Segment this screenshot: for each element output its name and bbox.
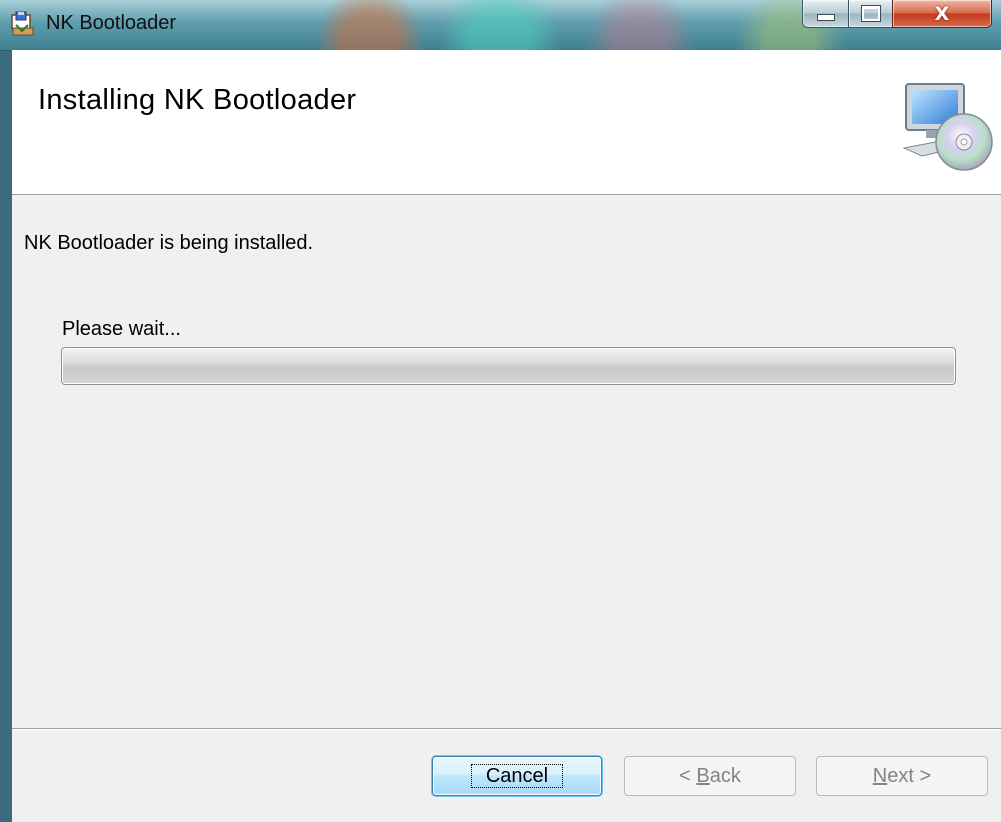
- dialog-header: Installing NK Bootloader: [12, 50, 1001, 195]
- minimize-button[interactable]: [802, 0, 850, 28]
- next-button[interactable]: Next >: [816, 756, 988, 796]
- next-button-label: Next >: [873, 765, 931, 788]
- back-button[interactable]: < Back: [624, 756, 796, 796]
- window-titlebar[interactable]: NK Bootloader X: [0, 0, 1001, 51]
- maximize-button[interactable]: [848, 0, 894, 28]
- close-button[interactable]: X: [892, 0, 992, 28]
- next-rest: ext: [887, 764, 914, 787]
- back-mnemonic: B: [696, 764, 710, 787]
- installer-app-icon: [11, 11, 34, 36]
- next-suffix: >: [913, 764, 932, 787]
- next-mnemonic: N: [872, 764, 888, 787]
- cancel-button[interactable]: Cancel: [432, 756, 602, 796]
- back-prefix: <: [679, 764, 697, 787]
- maximize-icon: [861, 5, 881, 22]
- window-title: NK Bootloader: [46, 12, 177, 34]
- please-wait-label: Please wait...: [62, 318, 181, 340]
- footer-divider: [12, 728, 1001, 730]
- minimize-icon: [817, 14, 835, 21]
- computer-cd-icon: [902, 83, 993, 171]
- install-status-text: NK Bootloader is being installed.: [24, 232, 314, 254]
- close-icon: X: [934, 2, 950, 25]
- cancel-button-label: Cancel: [470, 764, 564, 788]
- installer-dialog: Installing NK Bootloader NK Bootloader i…: [12, 50, 1001, 822]
- back-button-label: < Back: [679, 765, 741, 788]
- install-progress-bar: [61, 347, 956, 385]
- back-rest: ack: [709, 764, 741, 787]
- page-title: Installing NK Bootloader: [38, 84, 357, 116]
